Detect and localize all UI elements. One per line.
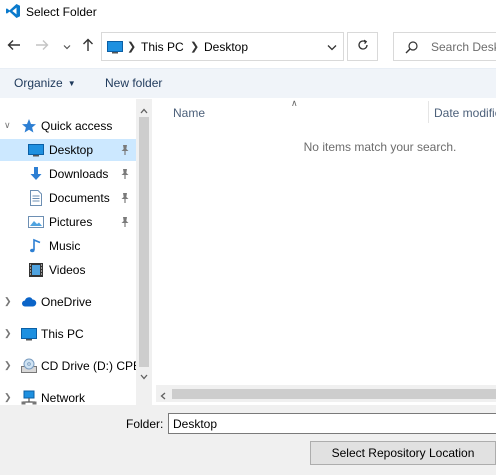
pin-icon[interactable] (120, 192, 130, 204)
scrollbar-thumb[interactable] (139, 117, 149, 367)
arrow-up-icon (82, 38, 94, 55)
column-header-name[interactable]: Name (173, 106, 205, 120)
back-button[interactable] (4, 36, 24, 56)
tree-label-desktop: Desktop (49, 143, 94, 157)
star-icon (21, 118, 37, 134)
expanded-chevron-icon[interactable]: ∨ (4, 120, 11, 131)
desktop-icon (28, 142, 44, 158)
document-icon (28, 190, 44, 206)
breadcrumb-this-pc[interactable]: This PC (141, 40, 184, 54)
tree-item-quick-access[interactable]: ∨ Quick access (0, 115, 136, 137)
collapsed-chevron-icon[interactable]: ❯ (4, 360, 12, 371)
tree-label-this-pc: This PC (41, 327, 84, 341)
window-title: Select Folder (26, 5, 97, 19)
arrow-right-icon (35, 39, 49, 54)
chevron-down-icon (327, 40, 337, 54)
vscode-icon (5, 3, 21, 19)
tree-label-network: Network (41, 391, 86, 405)
tree-item-onedrive[interactable]: ❯ OneDrive (0, 291, 136, 313)
chevron-down-icon (63, 39, 71, 53)
address-dropdown-button[interactable] (327, 40, 337, 54)
column-header-row: ∧ Name Date modified (152, 98, 496, 125)
breadcrumb-separator[interactable]: ❯ (127, 40, 136, 53)
folder-label: Folder: (126, 417, 164, 431)
tree-label-downloads: Downloads (49, 167, 109, 181)
tree-label-documents: Documents (49, 191, 110, 205)
computer-icon (21, 326, 37, 342)
empty-list-message: No items match your search. (303, 140, 457, 154)
tree-item-desktop[interactable]: Desktop (0, 139, 136, 161)
dialog-footer: Folder: Select Repository Location (0, 405, 496, 475)
select-repository-location-button[interactable]: Select Repository Location (310, 441, 496, 465)
tree-item-downloads[interactable]: Downloads (0, 163, 136, 185)
download-icon (28, 166, 44, 182)
search-icon (405, 41, 418, 57)
column-header-date-modified[interactable]: Date modified (434, 106, 496, 120)
tree-item-cd-drive[interactable]: ❯ CD Drive (D:) CPBA (0, 355, 149, 377)
scrollbar-thumb[interactable] (172, 389, 496, 399)
tree-label-onedrive: OneDrive (41, 295, 92, 309)
search-input[interactable] (431, 38, 496, 56)
breadcrumb-desktop[interactable]: Desktop (204, 40, 248, 54)
refresh-button[interactable] (347, 32, 378, 61)
collapsed-chevron-icon[interactable]: ❯ (4, 392, 12, 403)
title-bar: Select Folder (0, 0, 496, 24)
organize-button[interactable]: Organize ▼ (14, 76, 76, 90)
scroll-down-icon[interactable] (140, 369, 148, 383)
navigation-pane-scrollbar[interactable] (136, 99, 152, 405)
tree-item-network[interactable]: ❯ Network (0, 387, 136, 405)
tree-item-videos[interactable]: Videos (0, 259, 136, 281)
tree-item-pictures[interactable]: Pictures (0, 211, 136, 233)
cd-drive-icon (21, 358, 37, 374)
command-bar: Organize ▼ New folder (0, 68, 496, 98)
address-bar[interactable]: ❯ This PC ❯ Desktop (101, 32, 344, 61)
tree-label-videos: Videos (49, 263, 86, 277)
recent-locations-button[interactable] (59, 36, 75, 56)
tree-label-pictures: Pictures (49, 215, 93, 229)
new-folder-button[interactable]: New folder (105, 76, 162, 90)
picture-icon (28, 214, 44, 230)
cloud-icon (21, 294, 37, 310)
organize-label: Organize (14, 76, 63, 90)
refresh-icon (357, 39, 369, 54)
navigation-bar: ❯ This PC ❯ Desktop (0, 30, 496, 62)
scroll-up-icon[interactable] (140, 103, 148, 117)
column-divider[interactable] (428, 101, 429, 123)
tree-item-documents[interactable]: Documents (0, 187, 136, 209)
tree-label-quick-access: Quick access (41, 119, 113, 133)
pin-icon[interactable] (120, 144, 130, 156)
tree-label-cd-drive: CD Drive (D:) CPBA (41, 359, 150, 373)
collapsed-chevron-icon[interactable]: ❯ (4, 328, 12, 339)
search-box[interactable] (393, 32, 496, 61)
folder-input[interactable] (168, 413, 496, 434)
tree-item-music[interactable]: Music (0, 235, 136, 257)
caret-down-icon: ▼ (67, 79, 76, 88)
breadcrumb-separator[interactable]: ❯ (190, 40, 199, 53)
computer-icon (107, 41, 123, 54)
network-icon (21, 390, 37, 405)
navigation-pane: ∨ Quick access Desktop Downloads Documen… (0, 99, 152, 405)
video-icon (28, 262, 44, 278)
tree-label-music: Music (49, 239, 81, 253)
pin-icon[interactable] (120, 216, 130, 228)
music-icon (28, 238, 44, 254)
tree-item-this-pc[interactable]: ❯ This PC (0, 323, 136, 345)
arrow-left-icon (7, 39, 21, 54)
up-button[interactable] (78, 36, 98, 56)
pin-icon[interactable] (120, 168, 130, 180)
collapsed-chevron-icon[interactable]: ❯ (4, 296, 12, 307)
forward-button[interactable] (32, 36, 52, 56)
file-list-horizontal-scrollbar[interactable] (156, 385, 496, 402)
sort-up-icon: ∧ (291, 98, 298, 108)
scroll-left-icon[interactable] (160, 389, 166, 403)
file-list: ∧ Name Date modified No items match your… (152, 98, 496, 405)
